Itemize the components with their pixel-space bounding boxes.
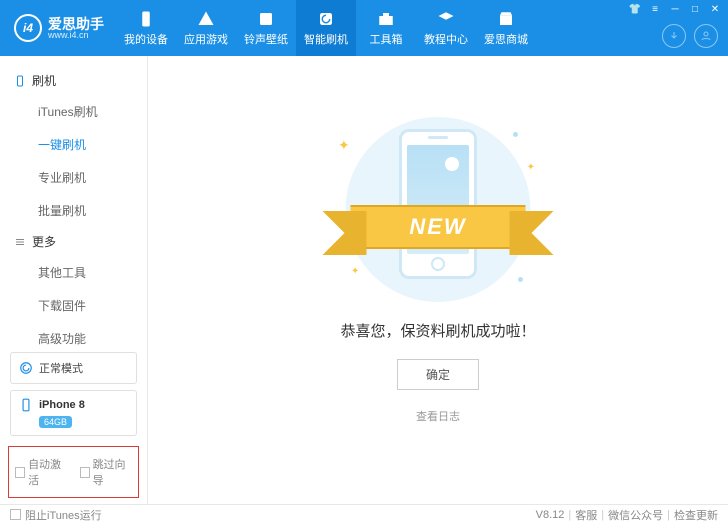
- download-button[interactable]: [662, 24, 686, 48]
- phone-icon: [399, 129, 477, 279]
- user-button[interactable]: [694, 24, 718, 48]
- sidebar-item-itunes-flash[interactable]: iTunes刷机: [0, 95, 147, 128]
- logo-title: 爱思助手: [48, 17, 104, 31]
- success-message: 恭喜您，保资料刷机成功啦！: [340, 320, 535, 341]
- tab-device[interactable]: 我的设备: [116, 0, 176, 56]
- block-itunes-checkbox[interactable]: 阻止iTunes运行: [10, 507, 102, 523]
- mall-icon: [497, 10, 515, 28]
- version-label: V8.12: [536, 509, 565, 521]
- sidebar-item-pro-flash[interactable]: 专业刷机: [0, 161, 147, 194]
- window-controls: 👕 ≡ ─ □ ✕: [626, 2, 724, 16]
- auto-activate-checkbox[interactable]: 自动激活: [15, 456, 68, 488]
- sidebar-group-more: 更多: [0, 227, 147, 256]
- bottom-options: 自动激活 跳过向导: [8, 446, 139, 498]
- tab-mall[interactable]: 爱思商城: [476, 0, 536, 56]
- sidebar-item-oneclick-flash[interactable]: 一键刷机: [0, 128, 147, 161]
- group-title: 刷机: [32, 72, 56, 89]
- ribbon-text: NEW: [351, 205, 526, 249]
- maximize-button[interactable]: □: [686, 2, 704, 16]
- toolbox-icon: [377, 10, 395, 28]
- tab-label: 铃声壁纸: [244, 31, 288, 47]
- sidebar-item-batch-flash[interactable]: 批量刷机: [0, 194, 147, 227]
- tab-label: 智能刷机: [304, 31, 348, 47]
- sidebar-item-advanced[interactable]: 高级功能: [0, 322, 147, 346]
- tutorial-icon: [437, 10, 455, 28]
- app-logo: i4 爱思助手 www.i4.cn: [0, 14, 116, 42]
- close-button[interactable]: ✕: [706, 2, 724, 16]
- device-name: iPhone 8: [39, 399, 85, 411]
- storage-badge: 64GB: [39, 416, 72, 428]
- update-link[interactable]: 检查更新: [674, 507, 718, 523]
- tab-apps[interactable]: 应用游戏: [176, 0, 236, 56]
- tab-flash[interactable]: 智能刷机: [296, 0, 356, 56]
- ok-button[interactable]: 确定: [397, 359, 479, 390]
- support-link[interactable]: 客服: [575, 507, 597, 523]
- sparkle-icon: ✦: [351, 266, 359, 277]
- sidebar: 刷机 iTunes刷机 一键刷机 专业刷机 批量刷机 更多 其他工具 下载固件 …: [0, 56, 148, 504]
- minimize-button[interactable]: ─: [666, 2, 684, 16]
- sparkle-icon: ✦: [338, 137, 350, 154]
- tab-tools[interactable]: 工具箱: [356, 0, 416, 56]
- new-ribbon: NEW: [351, 205, 526, 249]
- group-title: 更多: [32, 233, 56, 250]
- app-header: i4 爱思助手 www.i4.cn 我的设备 应用游戏 铃声壁纸 智能刷机 工具…: [0, 0, 728, 56]
- ring-icon: [257, 10, 275, 28]
- tab-label: 教程中心: [424, 31, 468, 47]
- main-content: ✦ ✦ ✦ NEW 恭喜您，保资料刷机成功啦！ 确定 查看日志: [148, 56, 728, 504]
- skin-button[interactable]: 👕: [626, 2, 644, 16]
- wechat-link[interactable]: 微信公众号: [608, 507, 663, 523]
- tab-label: 我的设备: [124, 31, 168, 47]
- flash-icon: [317, 10, 335, 28]
- skip-wizard-checkbox[interactable]: 跳过向导: [80, 456, 133, 488]
- sparkle-icon: ✦: [527, 162, 535, 173]
- tab-label: 工具箱: [370, 31, 403, 47]
- checkbox-label: 自动激活: [28, 456, 67, 488]
- logo-subtitle: www.i4.cn: [48, 31, 104, 40]
- apps-icon: [197, 10, 215, 28]
- menu-button[interactable]: ≡: [646, 2, 664, 16]
- tab-ring[interactable]: 铃声壁纸: [236, 0, 296, 56]
- tab-tutorial[interactable]: 教程中心: [416, 0, 476, 56]
- header-right: [662, 24, 718, 48]
- status-label: 正常模式: [39, 360, 83, 376]
- sidebar-item-download-firmware[interactable]: 下载固件: [0, 289, 147, 322]
- sidebar-group-flash: 刷机: [0, 66, 147, 95]
- view-log-link[interactable]: 查看日志: [416, 408, 460, 424]
- logo-icon: i4: [14, 14, 42, 42]
- success-illustration: ✦ ✦ ✦ NEW: [323, 117, 553, 302]
- status-bar: 阻止iTunes运行 V8.12 | 客服 | 微信公众号 | 检查更新: [0, 504, 728, 524]
- device-mode-status[interactable]: 正常模式: [10, 352, 137, 384]
- checkbox-label: 阻止iTunes运行: [25, 507, 102, 523]
- tab-label: 应用游戏: [184, 31, 228, 47]
- device-info[interactable]: iPhone 8 64GB: [10, 390, 137, 436]
- checkbox-label: 跳过向导: [93, 456, 132, 488]
- sidebar-item-other-tools[interactable]: 其他工具: [0, 256, 147, 289]
- device-icon: [137, 10, 155, 28]
- top-tabs: 我的设备 应用游戏 铃声壁纸 智能刷机 工具箱 教程中心 爱思商城: [116, 0, 536, 56]
- tab-label: 爱思商城: [484, 31, 528, 47]
